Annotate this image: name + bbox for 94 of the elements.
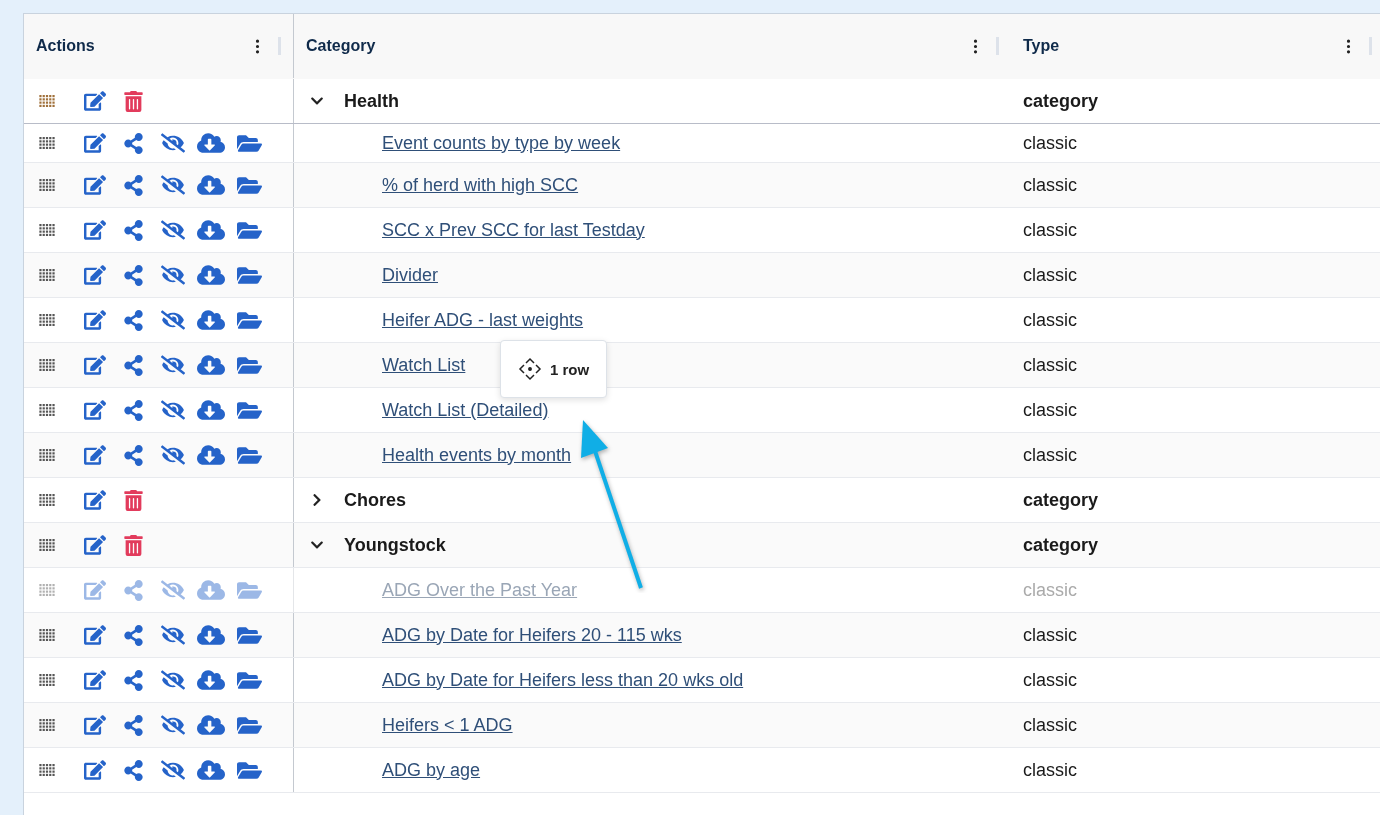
edit-icon[interactable] — [84, 534, 106, 556]
type-cell: classic — [1023, 264, 1077, 286]
drag-preview-label: 1 row — [549, 360, 590, 378]
report-link[interactable]: % of herd with high SCC — [382, 174, 579, 196]
eye-slash-icon[interactable] — [161, 758, 185, 782]
drag-handle-icon[interactable] — [39, 719, 55, 731]
share-icon[interactable] — [123, 444, 144, 466]
edit-icon[interactable] — [84, 759, 106, 781]
drag-handle-icon[interactable] — [39, 404, 55, 416]
edit-icon[interactable] — [84, 219, 106, 241]
category-name: Chores — [344, 489, 406, 511]
type-cell: classic — [1023, 759, 1077, 781]
share-icon[interactable] — [123, 399, 144, 421]
drag-handle-icon[interactable] — [39, 764, 55, 776]
eye-slash-icon[interactable] — [161, 398, 185, 422]
type-cell: classic — [1023, 132, 1077, 154]
edit-icon[interactable] — [84, 444, 106, 466]
drag-handle-icon[interactable] — [39, 179, 55, 191]
trash-icon[interactable] — [123, 489, 144, 511]
category-name: Youngstock — [344, 534, 446, 556]
report-link[interactable]: Watch List (Detailed) — [382, 399, 549, 421]
drag-handle-icon[interactable] — [39, 137, 55, 149]
share-icon[interactable] — [123, 669, 144, 691]
share-icon[interactable] — [123, 309, 144, 331]
type-cell: classic — [1023, 309, 1077, 331]
edit-icon[interactable] — [84, 624, 106, 646]
edit-icon[interactable] — [84, 399, 106, 421]
eye-slash-icon[interactable] — [161, 131, 185, 155]
drag-handle-icon[interactable] — [39, 494, 55, 506]
share-icon[interactable] — [123, 264, 144, 286]
drag-handle-icon[interactable] — [39, 674, 55, 686]
share-icon[interactable] — [123, 714, 144, 736]
drag-handle-icon[interactable] — [39, 449, 55, 461]
type-cell: category — [1023, 489, 1099, 511]
edit-icon[interactable] — [84, 264, 106, 286]
eye-slash-icon[interactable] — [161, 173, 185, 197]
trash-icon[interactable] — [123, 90, 144, 112]
report-link[interactable]: Heifers < 1 ADG — [382, 714, 513, 736]
share-icon[interactable] — [123, 354, 144, 376]
share-icon[interactable] — [123, 759, 144, 781]
edit-icon[interactable] — [84, 669, 106, 691]
share-icon[interactable] — [123, 624, 144, 646]
edit-icon[interactable] — [84, 489, 106, 511]
edit-icon[interactable] — [84, 309, 106, 331]
edit-icon[interactable] — [84, 90, 106, 112]
column-header[interactable]: Category — [306, 37, 967, 55]
trash-icon[interactable] — [123, 534, 144, 556]
eye-slash-icon[interactable] — [161, 218, 185, 242]
edit-icon[interactable] — [84, 714, 106, 736]
eye-slash-icon[interactable] — [161, 263, 185, 287]
report-link[interactable]: Watch List — [382, 354, 466, 376]
drag-handle-icon[interactable] — [39, 584, 55, 596]
edit-icon[interactable] — [84, 132, 106, 154]
eye-slash-icon[interactable] — [161, 443, 185, 467]
report-link[interactable]: Heifer ADG - last weights — [382, 309, 584, 331]
type-cell: classic — [1023, 354, 1077, 376]
share-icon[interactable] — [123, 132, 144, 154]
type-cell: classic — [1023, 219, 1077, 241]
eye-slash-icon[interactable] — [161, 668, 185, 692]
type-cell: classic — [1023, 579, 1077, 601]
report-link[interactable]: ADG by age — [382, 759, 481, 781]
report-link[interactable]: Event counts by type by week — [382, 132, 621, 154]
drag-handle-icon[interactable] — [39, 269, 55, 281]
drag-handle-icon[interactable] — [39, 95, 55, 107]
edit-icon[interactable] — [84, 354, 106, 376]
type-cell: category — [1023, 534, 1099, 556]
type-cell: classic — [1023, 174, 1077, 196]
type-cell: category — [1023, 90, 1099, 112]
drag-handle-icon[interactable] — [39, 314, 55, 326]
share-icon[interactable] — [123, 219, 144, 241]
edit-icon[interactable] — [84, 174, 106, 196]
type-cell: classic — [1023, 624, 1077, 646]
type-cell: classic — [1023, 399, 1077, 421]
report-link[interactable]: SCC x Prev SCC for last Testday — [382, 219, 645, 241]
type-cell: classic — [1023, 669, 1077, 691]
report-link[interactable]: Divider — [382, 264, 438, 286]
eye-slash-icon[interactable] — [161, 308, 185, 332]
type-cell: classic — [1023, 714, 1077, 736]
eye-slash-icon[interactable] — [161, 623, 185, 647]
report-link[interactable]: ADG by Date for Heifers 20 - 115 wks — [382, 624, 682, 646]
type-cell: classic — [1023, 444, 1077, 466]
drag-handle-icon[interactable] — [39, 629, 55, 641]
drag-handle-icon[interactable] — [39, 359, 55, 371]
column-header[interactable]: Actions — [36, 37, 249, 55]
drag-handle-icon[interactable] — [39, 539, 55, 551]
drag-handle-icon[interactable] — [39, 224, 55, 236]
move-icon — [517, 357, 542, 381]
category-name: Health — [344, 90, 399, 112]
eye-slash-icon[interactable] — [161, 353, 185, 377]
report-link[interactable]: Health events by month — [382, 444, 572, 466]
eye-slash-icon[interactable] — [161, 713, 185, 737]
report-link[interactable]: ADG by Date for Heifers less than 20 wks old — [382, 669, 744, 691]
column-header[interactable]: Type — [1023, 37, 1340, 55]
share-icon[interactable] — [123, 174, 144, 196]
